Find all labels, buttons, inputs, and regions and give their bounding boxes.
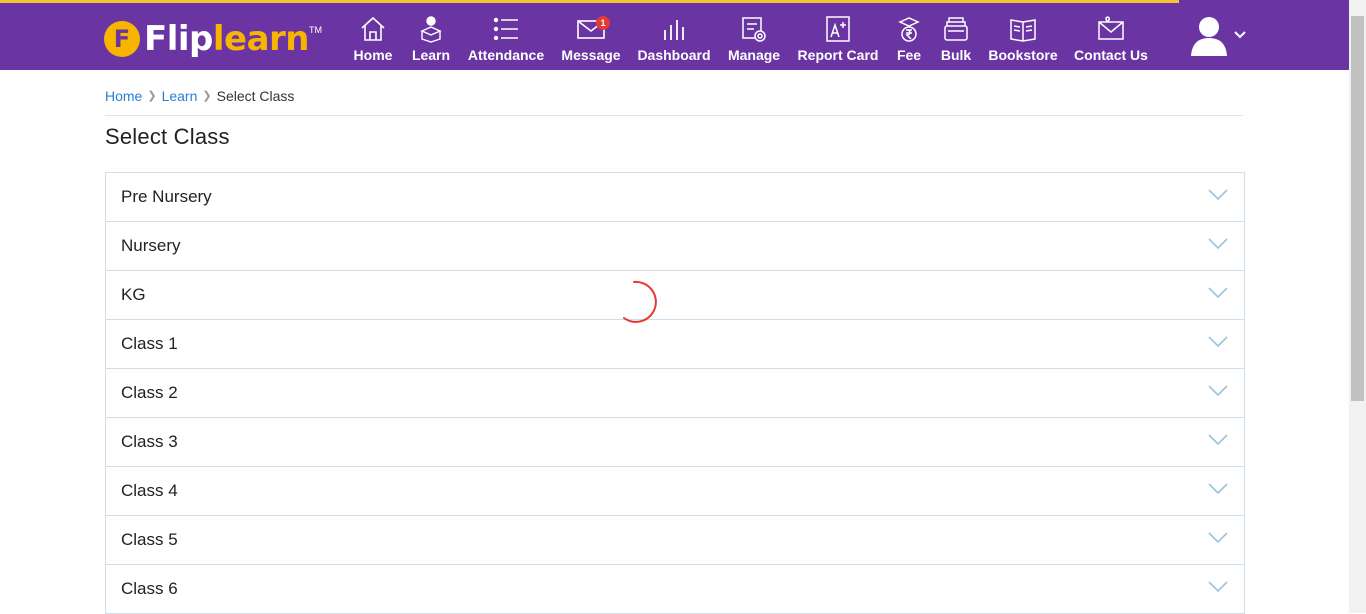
- class-label: Class 3: [121, 432, 178, 451]
- nav-item-attendance[interactable]: Attendance: [468, 14, 544, 64]
- breadcrumb-separator-icon: ❯: [202, 90, 212, 102]
- class-label: Class 2: [121, 383, 178, 402]
- class-label: Class 5: [121, 530, 178, 549]
- class-row-class-6[interactable]: Class 6: [106, 565, 1244, 614]
- home-icon: [361, 16, 385, 41]
- bulk-icon: [944, 17, 968, 41]
- loading-progress-bar: [0, 0, 1179, 3]
- class-accordion: Pre Nursery Nursery KG Class 1 Class 2 C…: [105, 172, 1245, 614]
- logo-text-learn: learn: [212, 19, 310, 59]
- class-row-class-2[interactable]: Class 2: [106, 369, 1244, 418]
- logo-badge: F: [104, 21, 140, 57]
- manage-icon: [742, 17, 766, 42]
- nav-label-learn: Learn: [411, 47, 451, 63]
- nav-item-dashboard[interactable]: Dashboard: [637, 14, 711, 64]
- breadcrumb-home[interactable]: Home: [105, 88, 142, 104]
- user-avatar-icon: [1191, 17, 1227, 56]
- scrollbar-thumb[interactable]: [1351, 16, 1364, 401]
- class-row-pre-nursery[interactable]: Pre Nursery: [106, 173, 1244, 222]
- chevron-down-icon: [1234, 31, 1246, 39]
- breadcrumb-separator-icon: ❯: [147, 90, 157, 102]
- logo-wordmark: Fliplearn: [144, 19, 310, 59]
- logo-trademark: TM: [309, 25, 323, 35]
- breadcrumb-current: Select Class: [216, 88, 295, 104]
- chevron-down-icon: [1208, 532, 1228, 544]
- nav-label-manage: Manage: [727, 47, 781, 63]
- breadcrumb: Home ❯ Learn ❯ Select Class: [105, 88, 1243, 116]
- class-label: Pre Nursery: [121, 187, 212, 206]
- nav-label-bulk: Bulk: [940, 47, 972, 63]
- fee-icon: [898, 17, 920, 42]
- nav-label-report-card: Report Card: [797, 47, 879, 63]
- dashboard-icon: [664, 20, 684, 40]
- nav-item-manage[interactable]: Manage: [728, 14, 780, 64]
- vertical-scrollbar[interactable]: [1349, 0, 1366, 613]
- nav-item-home[interactable]: Home: [354, 14, 392, 64]
- class-label: Nursery: [121, 236, 181, 255]
- attendance-icon: [493, 17, 518, 41]
- logo-text-flip: Flip: [144, 19, 213, 59]
- class-label: Class 4: [121, 481, 178, 500]
- class-row-class-1[interactable]: Class 1: [106, 320, 1244, 369]
- nav-item-contact-us[interactable]: Contact Us: [1074, 14, 1148, 64]
- chevron-down-icon: [1208, 483, 1228, 495]
- nav-label-attendance: Attendance: [467, 47, 545, 63]
- chevron-down-icon: [1208, 287, 1228, 299]
- loading-spinner-icon: [623, 280, 657, 323]
- nav-item-bulk[interactable]: Bulk: [940, 14, 972, 64]
- class-row-class-3[interactable]: Class 3: [106, 418, 1244, 467]
- top-navbar: F Fliplearn TM Home Learn Attendance 1 M…: [0, 0, 1349, 70]
- report-card-icon: [826, 16, 850, 42]
- nav-label-bookstore: Bookstore: [988, 47, 1058, 63]
- nav-item-fee[interactable]: Fee: [894, 14, 924, 64]
- class-label: Class 6: [121, 579, 178, 598]
- chevron-down-icon: [1208, 385, 1228, 397]
- class-row-class-4[interactable]: Class 4: [106, 467, 1244, 516]
- message-count-badge: 1: [596, 16, 610, 30]
- contact-icon: [1098, 16, 1124, 40]
- nav-item-learn[interactable]: Learn: [410, 14, 452, 64]
- chevron-down-icon: [1208, 581, 1228, 593]
- class-label: Class 1: [121, 334, 178, 353]
- class-row-class-5[interactable]: Class 5: [106, 516, 1244, 565]
- class-label: KG: [121, 285, 146, 304]
- nav-label-fee: Fee: [896, 47, 922, 63]
- page-title: Select Class: [105, 124, 230, 149]
- user-menu[interactable]: [1190, 14, 1246, 56]
- nav-label-dashboard: Dashboard: [637, 47, 711, 63]
- nav-label-message: Message: [561, 47, 621, 63]
- class-row-nursery[interactable]: Nursery: [106, 222, 1244, 271]
- bookstore-icon: [1010, 19, 1036, 42]
- nav-item-report-card[interactable]: Report Card: [797, 14, 879, 64]
- chevron-down-icon: [1208, 238, 1228, 250]
- nav-label-contact-us: Contact Us: [1074, 47, 1148, 63]
- chevron-down-icon: [1208, 434, 1228, 446]
- class-row-kg[interactable]: KG: [106, 271, 1244, 320]
- nav-item-bookstore[interactable]: Bookstore: [988, 14, 1058, 64]
- chevron-down-icon: [1208, 189, 1228, 201]
- fliplearn-logo[interactable]: F Fliplearn TM: [104, 19, 322, 59]
- learn-icon: [420, 16, 442, 43]
- nav-label-home: Home: [353, 47, 393, 63]
- breadcrumb-learn[interactable]: Learn: [162, 88, 198, 104]
- chevron-down-icon: [1208, 336, 1228, 348]
- nav-item-message[interactable]: 1 Message: [561, 14, 621, 64]
